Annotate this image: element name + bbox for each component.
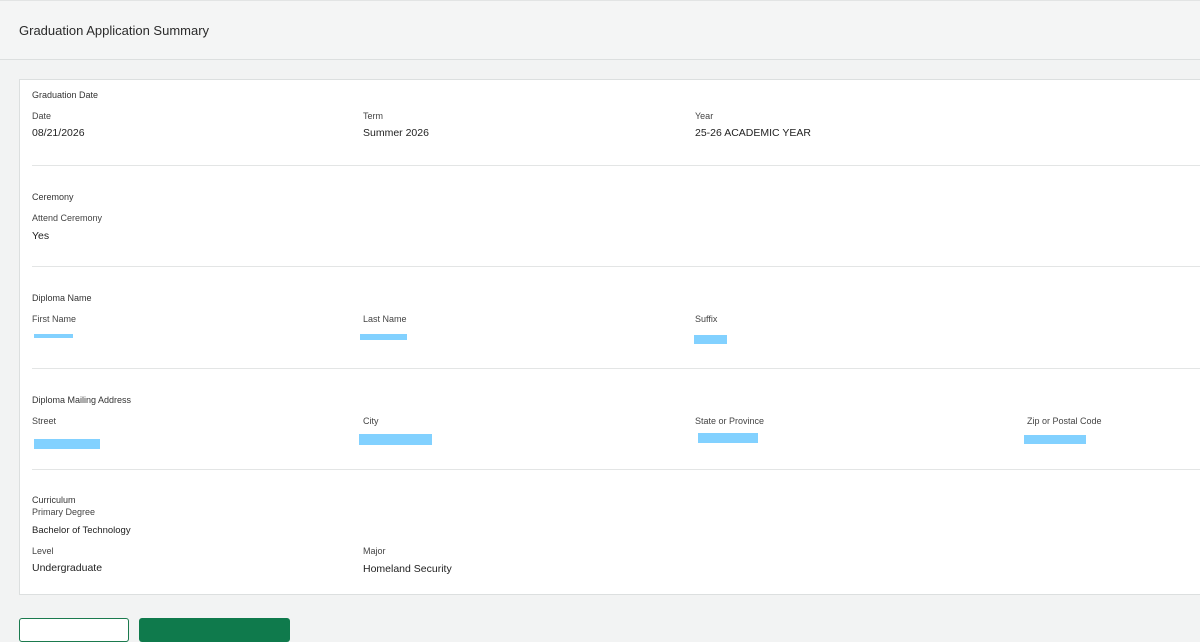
zip-redaction [1024,435,1086,444]
state-redaction [698,433,758,443]
last-name-label: Last Name [363,314,407,324]
year-value: 25-26 ACADEMIC YEAR [695,127,811,139]
level-value: Undergraduate [32,562,103,574]
diploma-name-heading: Diploma Name [32,293,92,303]
state-label: State or Province [695,416,765,426]
suffix-redaction [694,335,727,344]
level-label: Level [32,546,54,556]
section-divider [32,266,1200,267]
section-divider [32,368,1200,369]
date-label: Date [32,111,52,121]
attend-ceremony-label: Attend Ceremony [32,213,103,223]
secondary-button[interactable] [19,618,129,642]
last-name-redaction [360,334,407,340]
term-value: Summer 2026 [363,127,429,139]
graduation-date-heading: Graduation Date [32,90,99,100]
section-divider [32,165,1200,166]
section-divider [32,469,1200,470]
page-title: Graduation Application Summary [19,23,210,38]
zip-label: Zip or Postal Code [1027,416,1102,426]
major-label: Major [363,546,386,556]
first-name-label: First Name [32,314,77,324]
first-name-redaction [34,334,73,338]
street-label: Street [32,416,57,426]
page-header: Graduation Application Summary [0,0,1200,60]
city-redaction [359,434,432,445]
summary-card: Graduation Date Date 08/21/2026 Term Sum… [19,79,1200,595]
primary-button[interactable] [139,618,290,642]
curriculum-heading: Curriculum [32,495,76,505]
attend-ceremony-value: Yes [32,230,50,242]
suffix-label: Suffix [695,314,718,324]
street-redaction [34,439,100,449]
year-label: Year [695,111,714,121]
degree-value: Bachelor of Technology [32,525,131,536]
major-value: Homeland Security [363,563,452,575]
mailing-address-heading: Diploma Mailing Address [32,395,132,405]
term-label: Term [363,111,383,121]
date-value: 08/21/2026 [32,127,85,139]
city-label: City [363,416,379,426]
primary-degree-label: Primary Degree [32,507,96,517]
ceremony-heading: Ceremony [32,192,74,202]
